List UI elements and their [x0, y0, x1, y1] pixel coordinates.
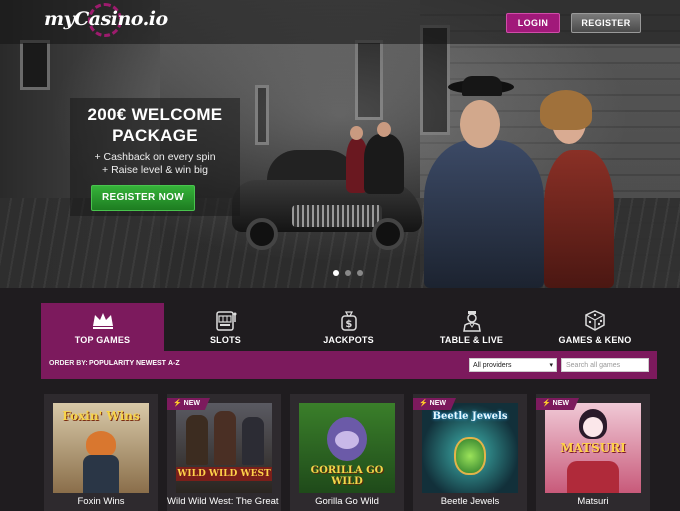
game-card-wild-wild-west[interactable]: ⚡ NEW WILD WILD WEST Wild Wild West: The…	[167, 394, 281, 511]
thumb-title: Foxin' Wins	[62, 409, 140, 423]
filter-bar: ORDER BY: POPULARITY NEWEST A-Z All prov…	[41, 351, 657, 379]
thumb-title: MATSURI	[560, 441, 626, 455]
chevron-down-icon: ▾	[549, 362, 553, 369]
new-badge: ⚡ NEW	[536, 398, 580, 410]
game-card-matsuri[interactable]: ⚡ NEW MATSURI Matsuri	[536, 394, 650, 511]
game-name[interactable]: Matsuri	[536, 496, 650, 507]
promo-line-level: + Raise level & win big	[102, 164, 208, 176]
game-card-beetle-jewels[interactable]: ⚡ NEW Beetle Jewels Beetle Jewels	[413, 394, 527, 511]
svg-text:$: $	[345, 319, 352, 330]
order-popularity[interactable]: POPULARITY	[89, 360, 134, 367]
carousel-dot[interactable]	[357, 270, 363, 276]
tab-table-live[interactable]: TABLE & LIVE	[410, 303, 533, 351]
hero-figure-man-bg	[364, 134, 404, 194]
register-now-button[interactable]: REGISTER NOW	[91, 185, 195, 211]
lightning-icon: ⚡	[542, 400, 551, 407]
new-badge: ⚡ NEW	[413, 398, 457, 410]
lightning-icon: ⚡	[419, 400, 428, 407]
tab-top-games[interactable]: TOP GAMES	[41, 303, 164, 351]
tab-label: TOP GAMES	[74, 335, 131, 345]
tab-label: TABLE & LIVE	[439, 335, 504, 345]
money-bag-icon: $	[337, 310, 361, 332]
tab-label: JACKPOTS	[323, 335, 374, 345]
tab-slots[interactable]: SLOTS	[164, 303, 287, 351]
provider-select-value: All providers	[473, 362, 512, 369]
game-card-foxin-wins[interactable]: Foxin' Wins Foxin Wins	[44, 394, 158, 511]
game-name[interactable]: Wild Wild West: The Great Train Heist	[167, 496, 281, 507]
game-name[interactable]: Beetle Jewels	[413, 496, 527, 507]
promo-title: 200€ WELCOME PACKAGE	[87, 105, 223, 145]
dice-icon	[583, 310, 607, 332]
game-thumbnail[interactable]: WILD WILD WEST	[176, 403, 272, 493]
register-button[interactable]: REGISTER	[571, 13, 641, 33]
tab-games-keno[interactable]: GAMES & KENO	[533, 303, 657, 351]
promo-line-cashback: + Cashback on every spin	[94, 151, 216, 163]
new-badge: ⚡ NEW	[167, 398, 211, 410]
game-card-gorilla-go-wild[interactable]: GORILLA GO WILD Gorilla Go Wild	[290, 394, 404, 511]
search-games-input[interactable]: Search all games	[561, 358, 649, 372]
dealer-icon	[460, 310, 484, 332]
order-a-z[interactable]: A-Z	[168, 360, 180, 367]
game-thumbnail[interactable]: MATSURI	[545, 403, 641, 493]
slot-machine-icon	[214, 310, 238, 332]
game-name[interactable]: Foxin Wins	[44, 496, 158, 507]
thumb-title: WILD WILD WEST	[176, 467, 272, 481]
hero-figure-gangster	[424, 140, 544, 288]
beetle-jewel	[454, 437, 486, 475]
crown-icon	[91, 310, 115, 332]
fox-character	[86, 431, 116, 457]
order-by-label: ORDER BY:	[49, 360, 88, 367]
game-thumbnail[interactable]: Beetle Jewels	[422, 403, 518, 493]
tab-label: GAMES & KENO	[558, 335, 632, 345]
order-newest[interactable]: NEWEST	[136, 360, 166, 367]
category-tabs: TOP GAMES SLOTS $ JACKPOTS TABLE & LIVE …	[41, 303, 657, 351]
carousel-dots	[333, 270, 363, 276]
thumb-title: Beetle Jewels	[432, 411, 508, 422]
thumb-title: GORILLA GO WILD	[310, 465, 384, 487]
hero-woman-hair	[540, 90, 592, 130]
tab-label: SLOTS	[209, 335, 241, 345]
welcome-promo-box: 200€ WELCOME PACKAGE + Cashback on every…	[70, 98, 240, 216]
site-logo[interactable]: myCasino.io	[44, 8, 168, 30]
site-header: myCasino.io LOGIN REGISTER	[0, 0, 680, 44]
hero-figure-woman	[544, 150, 614, 288]
carousel-dot[interactable]	[345, 270, 351, 276]
game-thumbnail[interactable]: Foxin' Wins	[53, 403, 149, 493]
game-name[interactable]: Gorilla Go Wild	[290, 496, 404, 507]
login-button[interactable]: LOGIN	[506, 13, 560, 33]
tab-jackpots[interactable]: $ JACKPOTS	[287, 303, 410, 351]
carousel-dot[interactable]	[333, 270, 339, 276]
provider-select[interactable]: All providers ▾	[469, 358, 557, 372]
game-thumbnail[interactable]: GORILLA GO WILD	[299, 403, 395, 493]
lightning-icon: ⚡	[173, 400, 182, 407]
